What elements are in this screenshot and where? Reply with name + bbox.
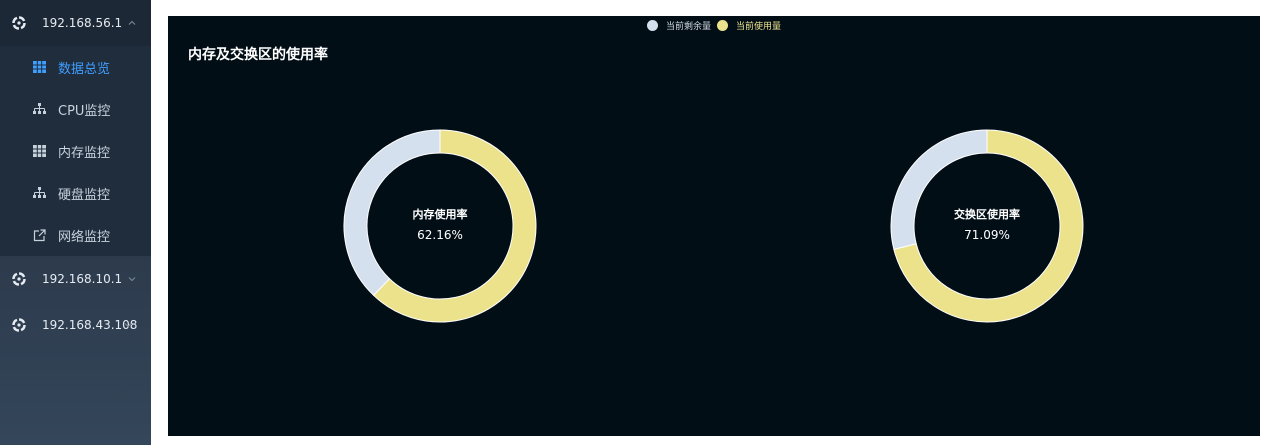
chart-center-value: 62.16%: [417, 228, 463, 242]
menu-item-network[interactable]: 网络监控: [0, 214, 151, 256]
host-item-1[interactable]: 192.168.56.1: [0, 0, 151, 46]
menu-item-label: 网络监控: [58, 229, 111, 245]
menu-item-label: 硬盘监控: [58, 187, 111, 203]
sitemap-icon: [32, 102, 46, 116]
grid-icon: [32, 144, 46, 158]
sitemap-icon: [32, 186, 46, 200]
memory-usage-donut: 内存使用率 62.16%: [343, 129, 537, 323]
sidebar: 192.168.56.1 数据总览 CPU监控 内存监控 硬盘监控 网络监控 1…: [0, 0, 151, 445]
chevron-down-icon: [123, 320, 133, 330]
host-submenu: 数据总览 CPU监控 内存监控 硬盘监控 网络监控: [0, 46, 151, 256]
external-link-icon: [32, 228, 46, 242]
chart-center-label: 内存使用率: [413, 207, 468, 221]
chart-center-label: 交换区使用率: [954, 207, 1020, 221]
chevron-up-icon: [127, 18, 137, 28]
lifebuoy-icon: [12, 318, 26, 332]
menu-item-disk[interactable]: 硬盘监控: [0, 172, 151, 214]
menu-item-overview[interactable]: 数据总览: [0, 46, 151, 88]
swap-usage-donut: 交换区使用率 71.09%: [890, 129, 1084, 323]
menu-item-cpu[interactable]: CPU监控: [0, 88, 151, 130]
host-item-2[interactable]: 192.168.10.1: [0, 256, 151, 302]
host-item-3[interactable]: 192.168.43.108: [0, 302, 151, 348]
chart-center-value: 71.09%: [964, 228, 1010, 242]
menu-item-label: 内存监控: [58, 145, 111, 161]
host-label: 192.168.10.1: [42, 272, 123, 286]
usage-panel: 当前剩余量 当前使用量 内存及交换区的使用率 内存使用率 62.16% 交换区使…: [168, 16, 1260, 436]
host-label: 192.168.56.1: [42, 16, 123, 30]
chevron-down-icon: [127, 274, 137, 284]
donut-charts: 内存使用率 62.16% 交换区使用率 71.09%: [343, 129, 1084, 323]
lifebuoy-icon: [12, 16, 26, 30]
menu-item-label: 数据总览: [58, 61, 111, 77]
menu-item-label: CPU监控: [58, 103, 111, 119]
menu-item-memory[interactable]: 内存监控: [0, 130, 151, 172]
lifebuoy-icon: [12, 272, 26, 286]
grid-icon: [32, 60, 46, 74]
